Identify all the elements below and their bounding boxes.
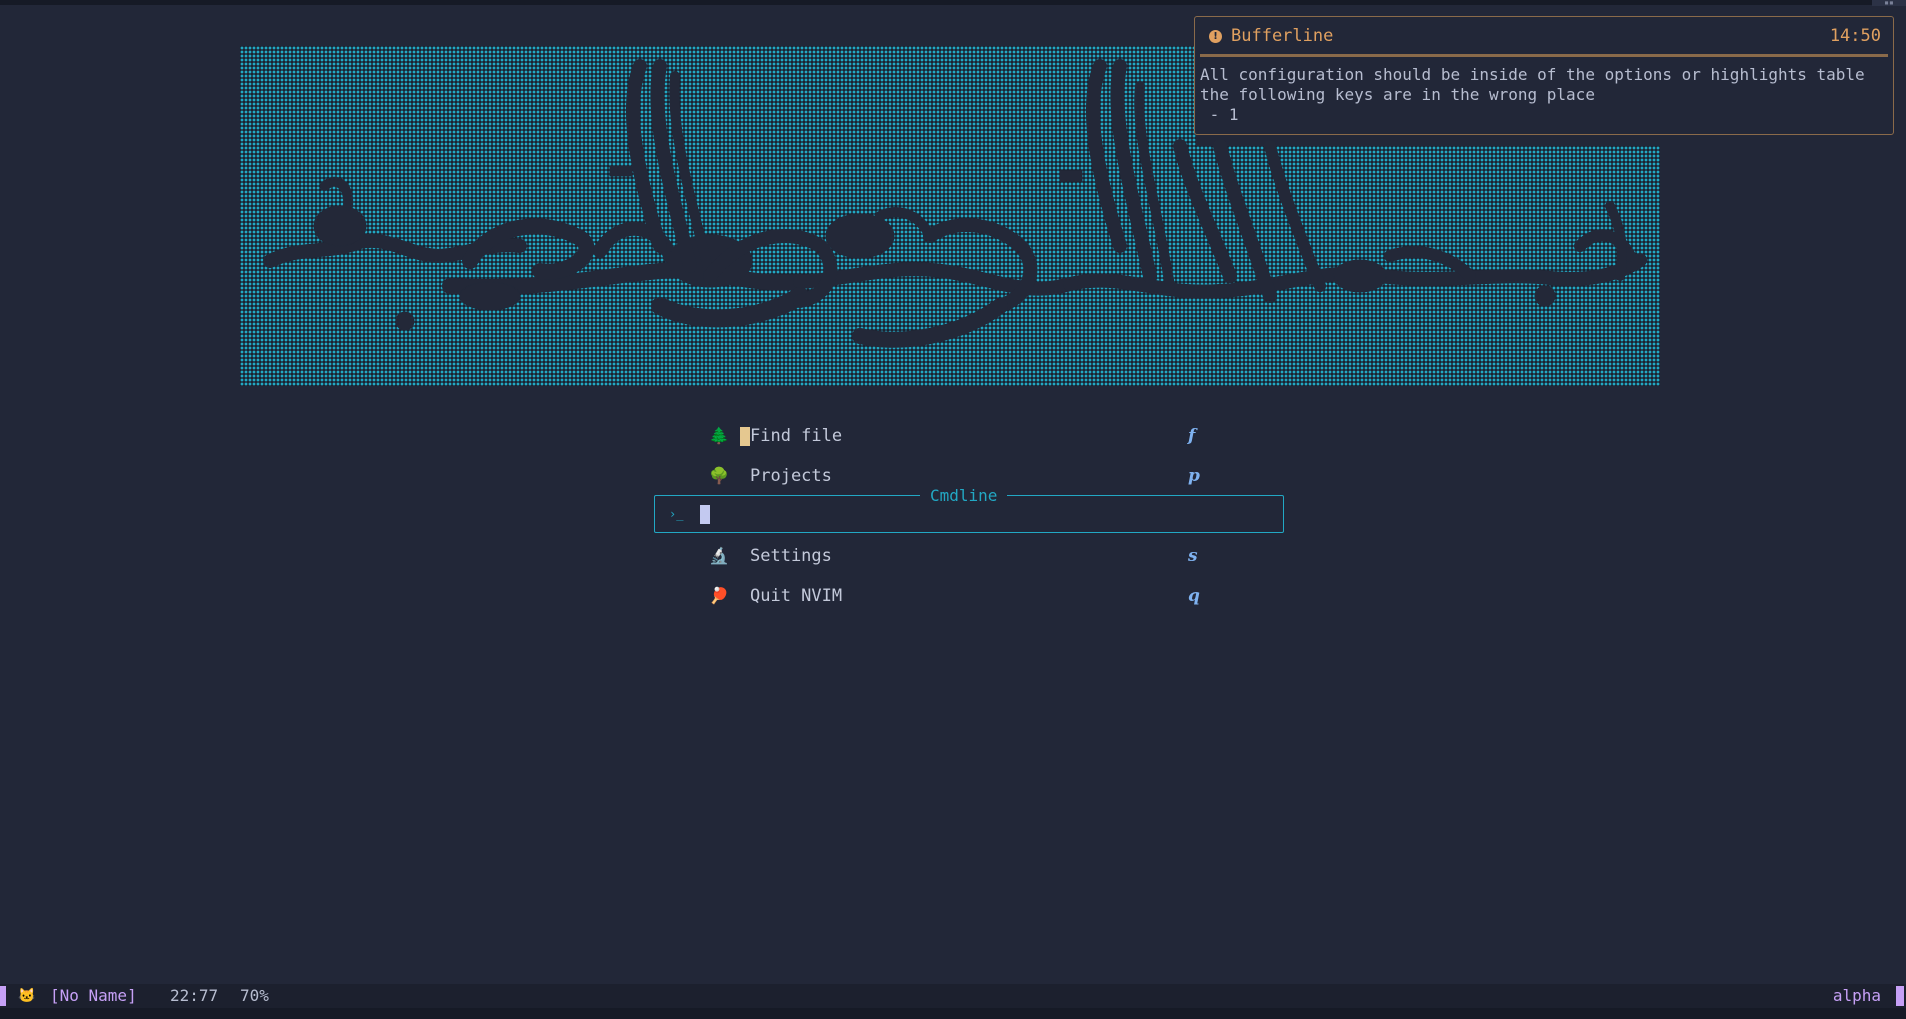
cat-icon: 🐱 <box>18 988 36 1004</box>
window-corner-handle[interactable]: ▪▪ <box>1872 0 1906 6</box>
statusline-cursor-position: 22:77 <box>170 986 219 1005</box>
notification-message: All configuration should be inside of th… <box>1200 65 1865 124</box>
microscope-icon: 🔬 <box>709 546 729 565</box>
terminal-prompt-icon: ›_ <box>669 507 684 521</box>
mode-indicator-right <box>1896 986 1904 1006</box>
dashboard-item-shortcut: s <box>1188 546 1198 566</box>
statusline-filename: [No Name] <box>50 986 137 1005</box>
tree-icon: 🌲 <box>709 426 729 445</box>
dashboard-item-label: Find file <box>750 426 843 446</box>
dashboard-item-find-file[interactable]: 🌲 Find file f <box>708 421 1208 451</box>
statusline-filetype: alpha <box>1832 986 1881 1005</box>
dashboard-item-shortcut: f <box>1188 426 1196 446</box>
cursor <box>740 427 750 446</box>
statusline: 🐱 [No Name] 22:77 70% alpha <box>0 984 1906 1008</box>
dashboard-item-shortcut: q <box>1188 586 1200 606</box>
warning-icon: ! <box>1209 30 1222 43</box>
dashboard-item-label: Projects <box>750 466 832 486</box>
notification-divider <box>1200 54 1888 57</box>
dashboard-item-shortcut: p <box>1188 466 1200 486</box>
command-line-area[interactable] <box>0 1008 1906 1019</box>
notification-title: Bufferline <box>1231 26 1334 46</box>
deciduous-tree-icon: 🌳 <box>709 466 729 485</box>
statusline-scroll-percent: 70% <box>240 986 269 1005</box>
cmdline-title: Cmdline <box>920 485 1008 507</box>
nvim-window: ▪▪ 🌲 Find file f 🌳 Projects p 🔬 Settings… <box>0 0 1906 1019</box>
dashboard-item-quit[interactable]: 🏓 Quit NVIM q <box>708 581 1208 611</box>
mode-indicator-left <box>0 986 6 1006</box>
dashboard-item-settings[interactable]: 🔬 Settings s <box>708 541 1208 571</box>
notification-popup[interactable]: ! Bufferline 14:50 All configuration sho… <box>1194 16 1894 135</box>
top-border <box>0 0 1906 5</box>
pingpong-icon: 🏓 <box>709 586 729 605</box>
dashboard-item-label: Quit NVIM <box>750 586 843 606</box>
dashboard-item-label: Settings <box>750 546 832 566</box>
notification-time: 14:50 <box>1829 26 1881 46</box>
cmdline-input[interactable] <box>700 505 710 524</box>
